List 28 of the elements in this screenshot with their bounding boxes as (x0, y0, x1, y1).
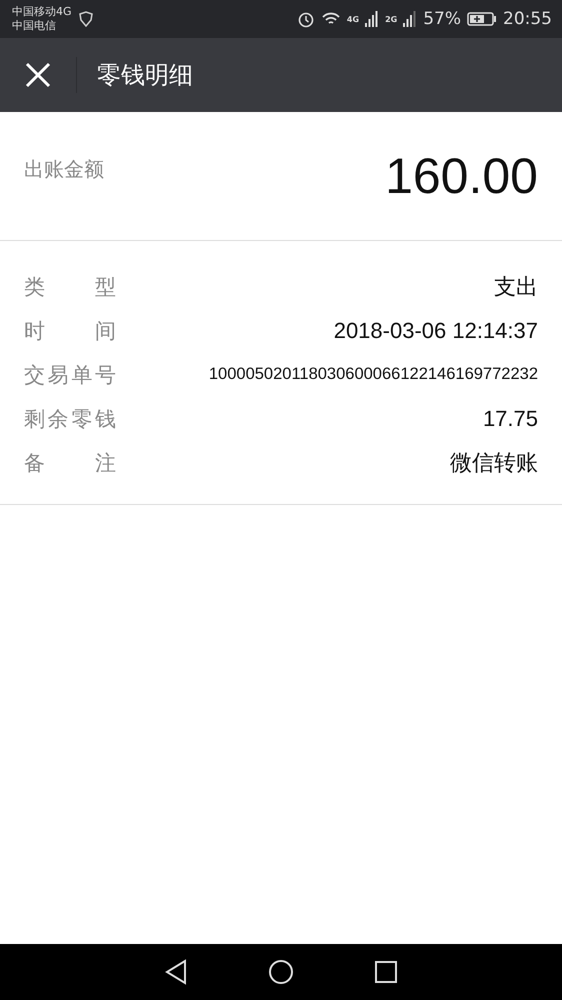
detail-value: 微信转账 (450, 448, 538, 476)
detail-value: 支出 (494, 272, 538, 300)
detail-label: 备 注 (24, 450, 116, 476)
battery-icon (467, 11, 497, 27)
recent-apps-icon[interactable] (374, 960, 398, 984)
amount-value: 160.00 (385, 147, 538, 205)
alarm-clock-icon (296, 10, 315, 28)
page-title: 零钱明细 (97, 60, 193, 91)
detail-value: 100005020118030600066122146169772232 (208, 365, 538, 384)
detail-value: 2018-03-06 12:14:37 (334, 318, 538, 344)
close-icon (25, 62, 51, 88)
detail-value: 17.75 (482, 406, 538, 432)
home-icon[interactable] (268, 959, 294, 985)
back-icon[interactable] (164, 959, 188, 985)
network-type: 2G (385, 14, 398, 24)
detail-label: 交易单号 (24, 362, 116, 388)
carrier-name: 中国电信 (12, 19, 57, 33)
signal-icon (365, 11, 380, 27)
battery-percentage: 57% (423, 9, 461, 29)
clock-time: 20:55 (503, 9, 552, 29)
network-type: 4G (346, 14, 360, 24)
shield-icon (78, 11, 94, 27)
carrier-name: 中国移动4G (12, 5, 72, 19)
signal-icon (403, 11, 418, 27)
amount-label: 出账金额 (24, 156, 104, 183)
detail-label: 剩余零钱 (24, 406, 116, 432)
detail-label: 时 间 (24, 318, 116, 344)
detail-label: 类 型 (24, 274, 116, 300)
